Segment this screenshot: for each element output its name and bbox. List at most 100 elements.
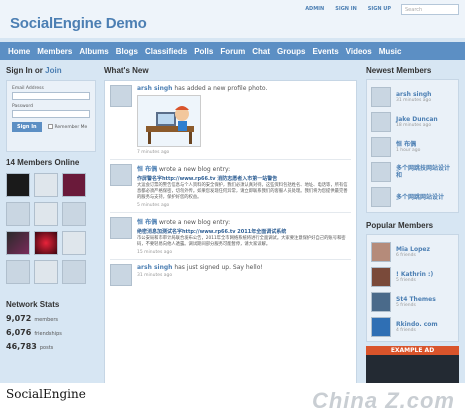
avatar[interactable]: [371, 162, 391, 182]
avatar[interactable]: [110, 164, 132, 186]
user-link[interactable]: arsh singh: [137, 85, 172, 92]
email-label: Email Address: [12, 86, 44, 91]
member-item[interactable]: arsh singh 31 minutes ago: [371, 87, 454, 107]
stat-row: 6,076 friendships: [6, 328, 62, 337]
avatar[interactable]: [371, 317, 391, 337]
nav-polls[interactable]: Polls: [194, 47, 213, 56]
avatar[interactable]: [62, 260, 86, 284]
profile-photo[interactable]: [137, 95, 201, 147]
online-heading: 14 Members Online: [6, 158, 80, 167]
sign-up-link[interactable]: SIGN UP: [368, 6, 391, 12]
nav-albums[interactable]: Albums: [79, 47, 108, 56]
feed-item: arsh singh has added a new profile photo…: [110, 85, 351, 160]
member-item[interactable]: 多个网跳网站设计: [371, 187, 454, 207]
avatar[interactable]: [6, 173, 30, 197]
avatar[interactable]: [371, 137, 391, 157]
avatar[interactable]: [62, 202, 86, 226]
avatar[interactable]: [371, 242, 391, 262]
blog-excerpt: 大运会订票的警告信息与个人资料的安全保护，我们必须认真对待。这些资料包括姓名、地…: [137, 183, 348, 200]
nav-videos[interactable]: Videos: [346, 47, 372, 56]
user-link[interactable]: 恒 布偶: [137, 166, 157, 173]
nav-groups[interactable]: Groups: [277, 47, 305, 56]
popular-heading: Popular Members: [366, 221, 434, 230]
cartoon-image: [138, 96, 200, 146]
popular-members: Mia Lopez 6 friends ! Kathrin :) 5 friends…: [366, 234, 459, 342]
ad-label: EXAMPLE AD: [366, 346, 459, 355]
blog-excerpt: 市公安局和市审计局联合发布公告，2011年全市网络系统将进行全面调试。大家要注意…: [137, 236, 346, 247]
search-input[interactable]: Search: [401, 4, 459, 15]
activity-feed: arsh singh has added a new profile photo…: [104, 80, 357, 383]
nav-blogs[interactable]: Blogs: [116, 47, 138, 56]
admin-link[interactable]: ADMIN: [305, 6, 324, 12]
nav-chat[interactable]: Chat: [252, 47, 270, 56]
signin-heading: Sign In or Join: [6, 66, 62, 75]
member-item[interactable]: Rkindo. com 4 friends: [371, 317, 454, 337]
avatar[interactable]: [34, 260, 58, 284]
top-links: ADMIN SIGN IN SIGN UP: [305, 6, 391, 12]
avatar[interactable]: [371, 267, 391, 287]
nav-home[interactable]: Home: [8, 47, 30, 56]
blog-title-link[interactable]: 绝密消息加测试名字http://www.rp66.tv 2011年全面调试系统: [137, 228, 351, 235]
avatar[interactable]: [62, 173, 86, 197]
nav-forum[interactable]: Forum: [220, 47, 245, 56]
left-column: Sign In or Join Email Address Password S…: [6, 66, 96, 351]
join-link[interactable]: Join: [45, 66, 61, 75]
browser-frame: SocialEngine Demo ADMIN SIGN IN SIGN UP …: [0, 0, 465, 383]
example-ad[interactable]: EXAMPLE AD: [366, 346, 459, 383]
member-item[interactable]: 恒 布偶 1 hour ago: [371, 137, 454, 157]
avatar[interactable]: [34, 202, 58, 226]
online-avatars: [6, 173, 96, 284]
avatar[interactable]: [62, 231, 86, 255]
nav-members[interactable]: Members: [37, 47, 72, 56]
avatar[interactable]: [6, 202, 30, 226]
right-column: Newest Members arsh singh 31 minutes ago …: [366, 66, 459, 342]
whatsnew-heading: What's New: [104, 66, 149, 75]
avatar[interactable]: [371, 292, 391, 312]
avatar[interactable]: [34, 173, 58, 197]
avatar[interactable]: [110, 264, 132, 286]
password-field[interactable]: [12, 110, 90, 118]
blog-title-link[interactable]: 作屏警名字http://www.rp66.tv 消防志愿者入市第一站警告: [137, 175, 351, 182]
avatar[interactable]: [371, 187, 391, 207]
newest-heading: Newest Members: [366, 66, 432, 75]
avatar[interactable]: [6, 231, 30, 255]
feed-item: arsh singh has just signed up. Say hello…: [110, 264, 351, 290]
popular-section: Popular Members Mia Lopez 6 friends ! Kat…: [366, 221, 459, 342]
user-link[interactable]: arsh singh: [137, 264, 172, 271]
password-label: Password: [12, 104, 34, 109]
stats-heading: Network Stats: [6, 300, 60, 309]
stat-row: 9,072 members: [6, 314, 59, 323]
avatar[interactable]: [34, 231, 58, 255]
avatar[interactable]: [371, 112, 391, 132]
avatar[interactable]: [371, 87, 391, 107]
feed-item: 恒 布偶 wrote a new blog entry: 绝密消息加测试名字ht…: [110, 217, 351, 260]
nav-events[interactable]: Events: [312, 47, 338, 56]
user-link[interactable]: 恒 布偶: [137, 219, 157, 226]
feed-item: 恒 布偶 wrote a new blog entry: 作屏警名字http:/…: [110, 164, 351, 213]
image-caption: SocialEngine: [6, 387, 86, 401]
avatar[interactable]: [110, 85, 132, 107]
online-section: 14 Members Online: [6, 158, 96, 284]
site-logo[interactable]: SocialEngine Demo: [10, 15, 147, 32]
member-item[interactable]: ! Kathrin :) 5 friends: [371, 267, 454, 287]
newest-members: arsh singh 31 minutes ago Jake Duncan 18 m…: [366, 79, 459, 213]
email-field[interactable]: [12, 92, 90, 100]
nav-classifieds[interactable]: Classifieds: [145, 47, 187, 56]
member-item[interactable]: Mia Lopez 6 friends: [371, 242, 454, 262]
header: SocialEngine Demo ADMIN SIGN IN SIGN UP …: [0, 0, 465, 38]
main-column: What's New arsh singh has added a new pr…: [104, 66, 357, 383]
remember-checkbox[interactable]: [47, 124, 53, 129]
nav-music[interactable]: Music: [379, 47, 402, 56]
watermark: China Z.com: [311, 388, 455, 413]
signin-box: Email Address Password Sign In Remember …: [6, 80, 96, 152]
avatar[interactable]: [110, 217, 132, 239]
member-item[interactable]: St4 Themes 5 friends: [371, 292, 454, 312]
remember-label: Remember Me: [54, 125, 88, 130]
member-item[interactable]: 多个网跳技网站设计和: [371, 162, 454, 182]
sign-in-link[interactable]: SIGN IN: [335, 6, 357, 12]
member-item[interactable]: Jake Duncan 18 minutes ago: [371, 112, 454, 132]
stat-row: 46,783 posts: [6, 342, 54, 351]
avatar[interactable]: [6, 260, 30, 284]
sign-in-button[interactable]: Sign In: [12, 122, 42, 132]
main-nav: Home Members Albums Blogs Classifieds Po…: [0, 42, 465, 60]
